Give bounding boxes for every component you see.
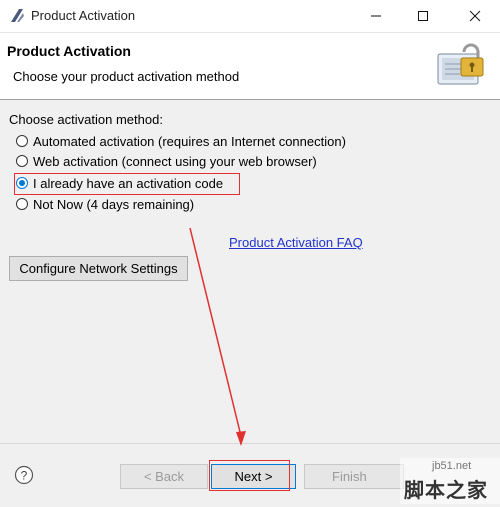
configure-network-button[interactable]: Configure Network Settings [9,256,188,281]
radio-button[interactable] [16,155,28,167]
minimize-button[interactable] [353,0,399,32]
footer-divider [0,443,500,444]
next-button[interactable]: Next > [211,464,296,489]
maximize-button[interactable] [400,0,446,32]
option-label: Not Now (4 days remaining) [33,196,195,212]
wizard-header: Product Activation Choose your product a… [0,33,500,100]
minimize-icon [371,15,381,17]
title-bar: Product Activation [0,0,500,33]
radio-button[interactable] [16,198,28,210]
option-web[interactable]: Web activation (connect using your web b… [16,151,317,171]
back-button[interactable]: < Back [120,464,208,489]
radio-button[interactable] [16,135,28,147]
window-title: Product Activation [31,8,136,23]
option-automated[interactable]: Automated activation (requires an Intern… [16,131,346,151]
option-not-now[interactable]: Not Now (4 days remaining) [16,194,194,214]
faq-link[interactable]: Product Activation FAQ [229,235,363,250]
maximize-icon [418,11,428,21]
annotation-highlight-box [14,173,240,195]
close-icon [469,10,481,22]
finish-button[interactable]: Finish [304,464,404,489]
close-button[interactable] [452,0,498,32]
svg-text:?: ? [21,469,28,483]
activation-panel: Choose activation method: Automated acti… [0,100,500,440]
option-label: Web activation (connect using your web b… [33,153,317,169]
app-icon [11,9,24,22]
license-lock-icon [437,43,484,85]
watermark-name: 脚本之家 [404,480,488,502]
help-icon[interactable]: ? [14,465,34,485]
page-subtitle: Choose your product activation method [13,69,240,84]
page-title: Product Activation [7,43,131,59]
method-label: Choose activation method: [9,112,163,127]
option-label: Automated activation (requires an Intern… [33,133,346,149]
watermark-url: jb51.net [432,460,472,472]
